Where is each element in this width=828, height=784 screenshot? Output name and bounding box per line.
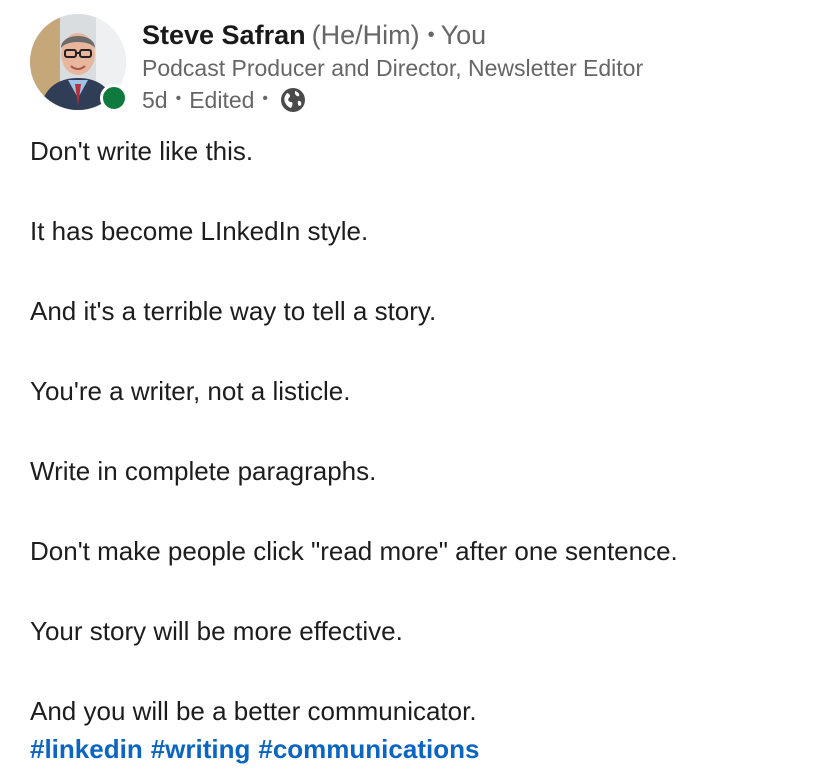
post-paragraph: Don't write like this. <box>30 136 254 166</box>
separator-dot: • <box>427 24 435 46</box>
post-age: 5d <box>142 87 168 113</box>
hashtag-link[interactable]: #communications <box>258 734 479 764</box>
avatar-container <box>30 14 128 112</box>
online-status-indicator <box>100 84 128 112</box>
connection-degree: You <box>440 20 487 50</box>
hashtag-list: #linkedin #writing #communications <box>30 728 487 770</box>
author-pronouns: (He/Him) <box>311 20 420 50</box>
post-paragraph: It has become LInkedIn style. <box>30 216 369 246</box>
edited-label: Edited <box>189 87 255 113</box>
author-name-line: Steve Safran (He/Him) • You <box>142 18 486 52</box>
author-headline: Podcast Producer and Director, Newslette… <box>142 55 644 81</box>
post-paragraph: Your story will be more effective. <box>30 616 403 646</box>
post-paragraph: And you will be a better communicator. <box>30 696 477 726</box>
post-header: Steve Safran (He/Him) • You Podcast Produce… <box>30 14 810 114</box>
post-body: Don't write like this. It has become LIn… <box>30 130 810 730</box>
globe-icon[interactable] <box>280 87 306 113</box>
post-paragraph: You're a writer, not a listicle. <box>30 376 351 406</box>
hashtag-link[interactable]: #linkedin <box>30 734 143 764</box>
feed-post: Steve Safran (He/Him) • You Podcast Produce… <box>0 0 828 784</box>
author-name[interactable]: Steve Safran <box>142 20 306 50</box>
post-paragraph: And it's a terrible way to tell a story. <box>30 296 437 326</box>
separator-dot: • <box>262 90 269 107</box>
separator-dot: • <box>175 90 182 107</box>
hashtag-link[interactable]: #writing <box>151 734 251 764</box>
post-paragraph: Write in complete paragraphs. <box>30 456 377 486</box>
post-timestamp-line: 5d • Edited • <box>142 86 306 114</box>
post-paragraph: Don't make people click "read more" afte… <box>30 536 678 566</box>
